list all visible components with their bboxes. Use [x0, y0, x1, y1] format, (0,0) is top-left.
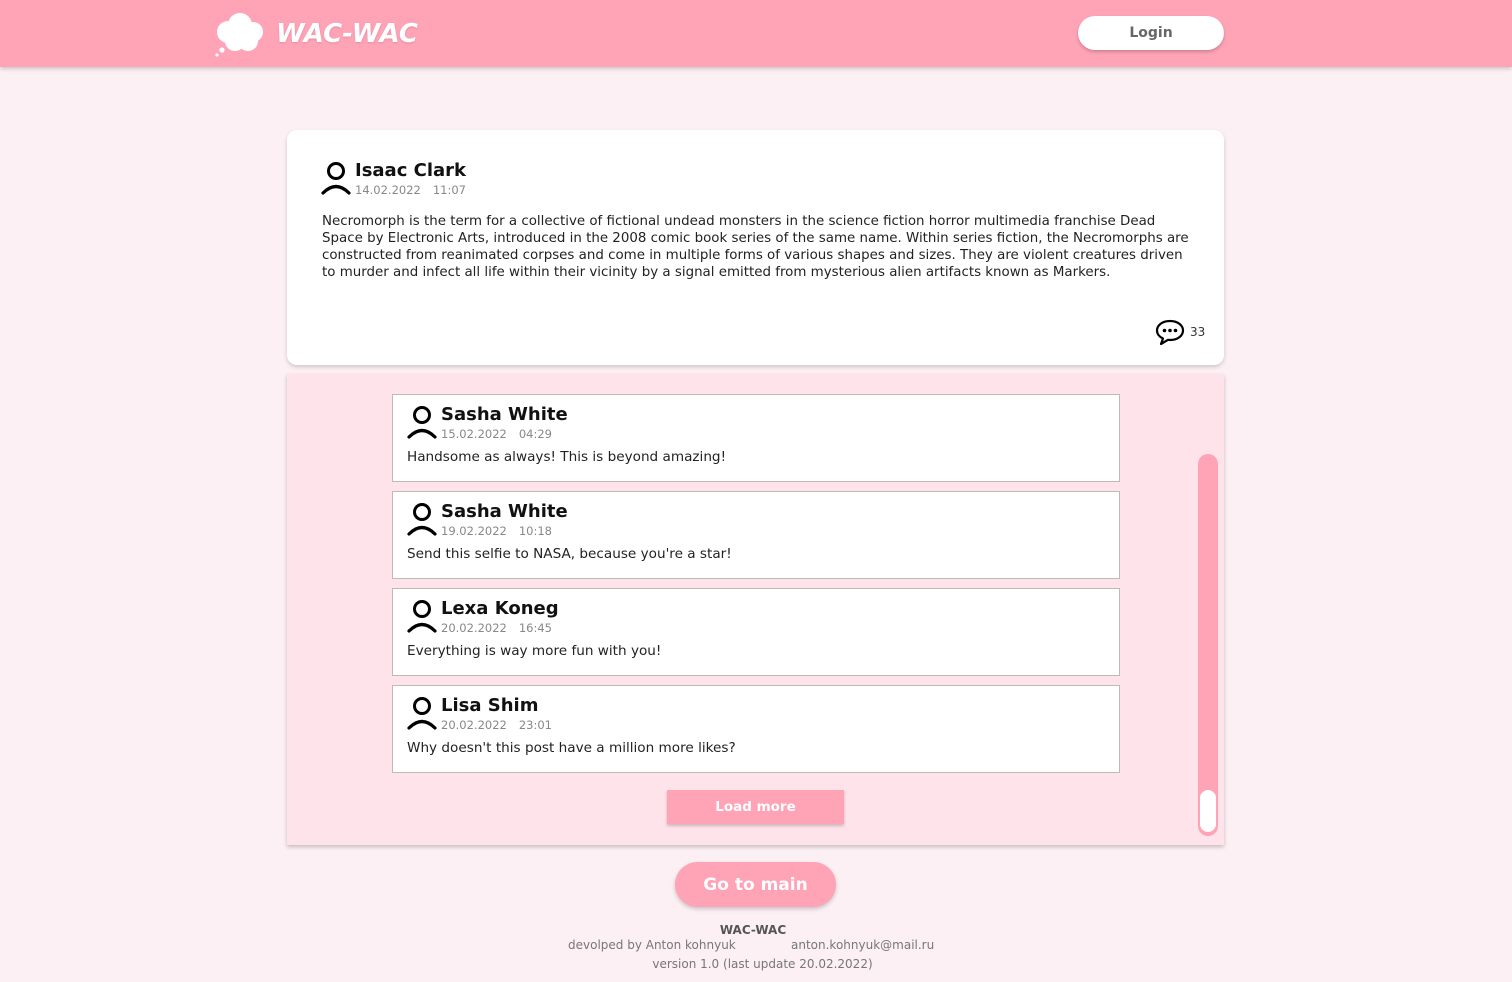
comment-author[interactable]: Lexa Koneg: [441, 598, 559, 620]
comment-meta: Lexa Koneg 20.02.2022 16:45: [441, 598, 559, 636]
post-header: Isaac Clark 14.02.2022 11:07: [321, 160, 466, 198]
post-datetime: 14.02.2022 11:07: [355, 182, 466, 198]
user-icon: [407, 503, 437, 536]
cloud-logo-icon: [215, 13, 263, 57]
scrollbar-thumb[interactable]: [1200, 790, 1216, 832]
comment-date: 15.02.2022: [441, 427, 507, 441]
post-text: Necromorph is the term for a collective …: [322, 214, 1189, 280]
comments-panel: Sasha White 15.02.2022 04:29 Handsome as …: [287, 374, 1224, 845]
comment-item: Lisa Shim 20.02.2022 23:01 Why doesn't th…: [392, 685, 1120, 773]
comment-author[interactable]: Sasha White: [441, 404, 568, 426]
comments-scrollbar[interactable]: [1198, 454, 1218, 836]
comment-meta: Sasha White 19.02.2022 10:18: [441, 501, 568, 539]
user-icon: [407, 406, 437, 439]
comment-text: Send this selfie to NASA, because you're…: [407, 546, 732, 562]
comment-time: 16:45: [518, 621, 553, 635]
post-meta: Isaac Clark 14.02.2022 11:07: [355, 160, 466, 198]
comment-author[interactable]: Sasha White: [441, 501, 568, 523]
go-to-main-button[interactable]: Go to main: [675, 862, 836, 907]
comment-datetime: 20.02.2022 23:01: [441, 717, 552, 733]
comment-date: 19.02.2022: [441, 524, 507, 538]
post-date: 14.02.2022: [355, 183, 421, 197]
user-icon: [407, 600, 437, 633]
footer-title: WAC-WAC: [719, 923, 787, 937]
comment-header: Lexa Koneg 20.02.2022 16:45: [407, 598, 559, 636]
post-author[interactable]: Isaac Clark: [355, 160, 466, 182]
comment-header: Lisa Shim 20.02.2022 23:01: [407, 695, 552, 733]
post-time: 11:07: [432, 183, 467, 197]
comment-header: Sasha White 15.02.2022 04:29: [407, 404, 568, 442]
comment-datetime: 15.02.2022 04:29: [441, 426, 568, 442]
app-name: WAC-WAC: [276, 19, 418, 49]
user-icon: [407, 697, 437, 730]
comment-item: Sasha White 19.02.2022 10:18 Send this se…: [392, 491, 1120, 579]
comment-item: Sasha White 15.02.2022 04:29 Handsome as …: [392, 394, 1120, 482]
post-card: Isaac Clark 14.02.2022 11:07 Necromorph i…: [287, 130, 1224, 365]
comment-meta: Sasha White 15.02.2022 04:29: [441, 404, 568, 442]
footer-email-link[interactable]: anton.kohnyuk@mail.ru: [791, 938, 934, 952]
comment-author[interactable]: Lisa Shim: [441, 695, 552, 717]
comment-count-button[interactable]: 33: [1155, 318, 1205, 346]
footer-developer: devolped by Anton kohnyuk: [568, 938, 736, 952]
comment-meta: Lisa Shim 20.02.2022 23:01: [441, 695, 552, 733]
top-header: WAC-WAC Login: [0, 0, 1512, 67]
comment-count: 33: [1190, 325, 1206, 339]
user-icon: [321, 162, 351, 195]
comment-item: Lexa Koneg 20.02.2022 16:45 Everything is…: [392, 588, 1120, 676]
comment-datetime: 19.02.2022 10:18: [441, 523, 568, 539]
login-button[interactable]: Login: [1078, 16, 1224, 50]
load-more-button[interactable]: Load more: [667, 790, 844, 824]
comment-datetime: 20.02.2022 16:45: [441, 620, 559, 636]
comment-time: 23:01: [518, 718, 553, 732]
comment-date: 20.02.2022: [441, 718, 507, 732]
speech-bubble-icon: [1155, 319, 1185, 346]
comment-time: 10:18: [518, 524, 553, 538]
comment-text: Everything is way more fun with you!: [407, 643, 662, 659]
footer-version: version 1.0 (last update 20.02.2022): [652, 957, 873, 971]
comment-text: Why doesn't this post have a million mor…: [407, 740, 736, 756]
comment-time: 04:29: [518, 427, 553, 441]
logo[interactable]: WAC-WAC: [212, 10, 418, 58]
comment-header: Sasha White 19.02.2022 10:18: [407, 501, 568, 539]
comment-text: Handsome as always! This is beyond amazi…: [407, 449, 727, 465]
comment-date: 20.02.2022: [441, 621, 507, 635]
